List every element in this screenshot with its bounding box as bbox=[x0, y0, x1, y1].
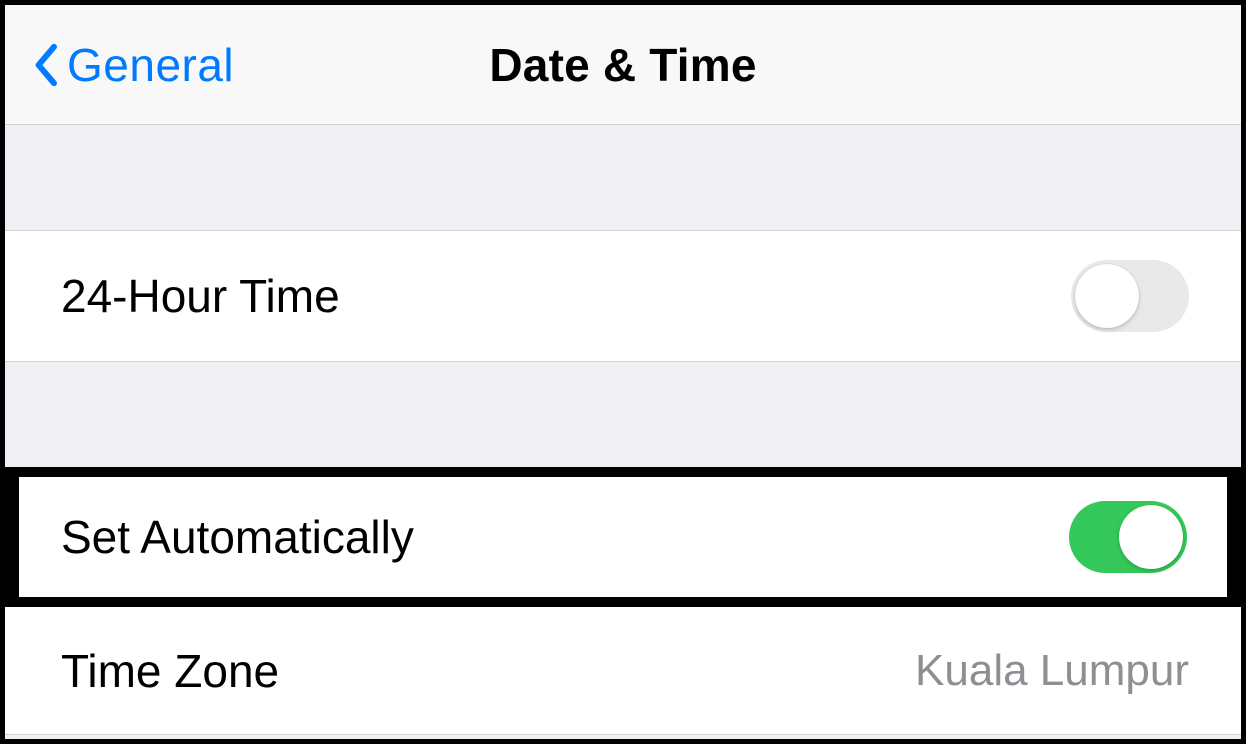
back-label: General bbox=[67, 38, 234, 92]
page-title: Date & Time bbox=[489, 38, 756, 92]
toggle-set-automatically[interactable] bbox=[1069, 501, 1187, 573]
back-button[interactable]: General bbox=[33, 38, 234, 92]
section-spacer bbox=[5, 125, 1241, 230]
settings-screen: General Date & Time 24-Hour Time Set Aut… bbox=[0, 0, 1246, 744]
row-value: Kuala Lumpur bbox=[915, 646, 1189, 696]
toggle-24-hour-time[interactable] bbox=[1071, 260, 1189, 332]
row-label: Set Automatically bbox=[61, 510, 414, 564]
row-set-automatically: Set Automatically bbox=[5, 467, 1241, 607]
row-time-zone[interactable]: Time Zone Kuala Lumpur bbox=[5, 607, 1241, 735]
toggle-knob bbox=[1075, 264, 1139, 328]
toggle-knob bbox=[1119, 505, 1183, 569]
nav-bar: General Date & Time bbox=[5, 5, 1241, 125]
chevron-left-icon bbox=[33, 43, 61, 87]
row-24-hour-time: 24-Hour Time bbox=[5, 230, 1241, 362]
row-label: 24-Hour Time bbox=[61, 269, 340, 323]
section-spacer bbox=[5, 362, 1241, 467]
row-label: Time Zone bbox=[61, 644, 279, 698]
